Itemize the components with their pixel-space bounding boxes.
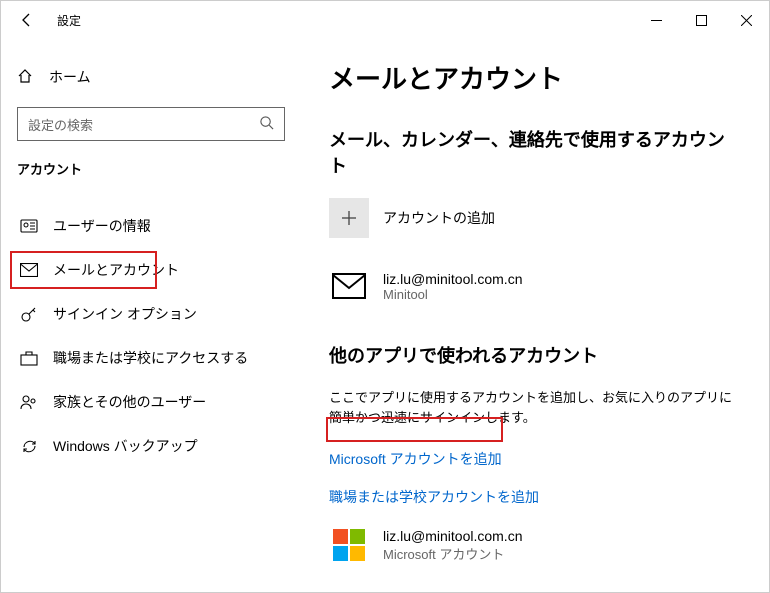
sidebar-item-label: 家族とその他のユーザー	[53, 392, 206, 412]
page-title: メールとアカウント	[329, 59, 741, 96]
account-name: Minitool	[383, 287, 522, 302]
sidebar-item-user-info[interactable]: ユーザーの情報	[1, 204, 301, 248]
search-icon	[259, 115, 274, 133]
sidebar-item-family[interactable]: 家族とその他のユーザー	[1, 380, 301, 424]
section-header-email: メール、カレンダー、連絡先で使用するアカウント	[329, 126, 741, 178]
close-button[interactable]	[724, 5, 769, 35]
sidebar-item-label: サインイン オプション	[53, 304, 197, 324]
home-icon	[17, 68, 33, 87]
sync-icon	[19, 438, 39, 455]
sidebar-item-label: メールとアカウント	[53, 260, 179, 280]
mail-icon	[19, 263, 39, 277]
user-icon	[19, 217, 39, 235]
account-email: liz.lu@minitool.com.cn	[383, 528, 522, 544]
microsoft-logo-icon	[329, 525, 369, 565]
sidebar-item-email-accounts[interactable]: メールとアカウント	[1, 248, 301, 292]
link-add-work-account[interactable]: 職場または学校アカウントを追加	[329, 487, 741, 507]
back-button[interactable]	[15, 8, 39, 32]
home-label: ホーム	[49, 67, 91, 87]
section-header-other-apps: 他のアプリで使われるアカウント	[329, 342, 741, 368]
link-add-ms-account[interactable]: Microsoft アカウントを追加	[329, 449, 741, 469]
sidebar-item-backup[interactable]: Windows バックアップ	[1, 424, 301, 468]
sidebar-item-label: Windows バックアップ	[53, 436, 198, 456]
search-placeholder: 設定の検索	[28, 115, 259, 134]
account-entry-minitool[interactable]: liz.lu@minitool.com.cn Minitool	[329, 266, 741, 306]
minimize-button[interactable]	[634, 5, 679, 35]
add-account-label: アカウントの追加	[383, 208, 495, 228]
sidebar-item-work-school[interactable]: 職場または学校にアクセスする	[1, 336, 301, 380]
account-entry-microsoft[interactable]: liz.lu@minitool.com.cn Microsoft アカウント	[329, 525, 741, 565]
section-body-text: ここでアプリに使用するアカウントを追加し、お気に入りのアプリに簡単かつ迅速にサイ…	[329, 388, 741, 427]
maximize-button[interactable]	[679, 5, 724, 35]
plus-icon	[329, 198, 369, 238]
sidebar-item-signin-options[interactable]: サインイン オプション	[1, 292, 301, 336]
mail-icon	[329, 266, 369, 306]
key-icon	[19, 305, 39, 323]
window-title: 設定	[57, 12, 81, 29]
sidebar-item-label: ユーザーの情報	[53, 216, 151, 236]
briefcase-icon	[19, 350, 39, 366]
home-nav[interactable]: ホーム	[1, 61, 301, 93]
sidebar-section-header: アカウント	[1, 159, 301, 178]
account-email: liz.lu@minitool.com.cn	[383, 271, 522, 287]
account-name: Microsoft アカウント	[383, 544, 522, 563]
sidebar-item-label: 職場または学校にアクセスする	[53, 348, 248, 368]
search-input[interactable]: 設定の検索	[17, 107, 285, 141]
people-icon	[19, 394, 39, 410]
add-account-button[interactable]: アカウントの追加	[329, 198, 741, 238]
